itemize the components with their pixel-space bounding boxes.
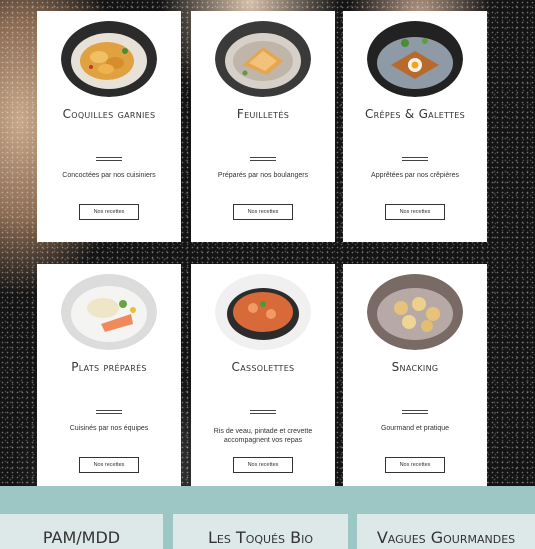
recipes-button[interactable]: Nos recettes	[79, 457, 139, 473]
card-title: Snacking	[391, 360, 439, 374]
card-title: Cassolettes	[231, 360, 295, 374]
recipes-button[interactable]: Nos recettes	[385, 204, 445, 220]
recipes-button[interactable]: Nos recettes	[385, 457, 445, 473]
card-description: Ris de veau, pintade et crevette accompa…	[213, 428, 313, 444]
card-description: Préparés par nos boulangers	[217, 172, 309, 179]
brand-les-toques-bio[interactable]: Les Toqués Bio	[173, 514, 348, 549]
divider	[250, 410, 276, 414]
divider	[402, 410, 428, 414]
recipes-button[interactable]: Nos recettes	[79, 204, 139, 220]
card-crepes-galettes: Crêpes & Galettes Apprêtées par nos crêp…	[343, 11, 487, 242]
card-title: Plats préparés	[71, 360, 147, 374]
card-cassolettes: Cassolettes Ris de veau, pintade et crev…	[191, 264, 335, 495]
divider	[250, 157, 276, 161]
brand-pam-mdd[interactable]: PAM/MDD	[0, 514, 163, 549]
card-description: Cuisinés par nos équipes	[69, 425, 149, 432]
dish-image	[367, 21, 463, 97]
dish-image	[61, 274, 157, 350]
dish-image	[215, 21, 311, 97]
card-description: Gourmand et pratique	[380, 425, 450, 432]
dish-image	[215, 274, 311, 350]
card-title: Coquilles garnies	[62, 107, 156, 121]
recipes-button[interactable]: Nos recettes	[233, 204, 293, 220]
dish-image	[367, 274, 463, 350]
brand-vagues-gourmandes[interactable]: Vagues Gourmandes	[357, 514, 535, 549]
recipes-button[interactable]: Nos recettes	[233, 457, 293, 473]
card-title: Feuilletés	[236, 107, 290, 121]
card-description: Concoctées par nos cuisiniers	[62, 172, 156, 179]
card-feuilletes: Feuilletés Préparés par nos boulangers N…	[191, 11, 335, 242]
card-coquilles-garnies: Coquilles garnies Concoctées par nos cui…	[37, 11, 181, 242]
card-plats-prepares: Plats préparés Cuisinés par nos équipes …	[37, 264, 181, 495]
dish-image	[61, 21, 157, 97]
divider	[402, 157, 428, 161]
card-snacking: Snacking Gourmand et pratique Nos recett…	[343, 264, 487, 495]
divider	[96, 157, 122, 161]
card-description: Apprêtées par nos crêpières	[371, 172, 459, 179]
card-title: Crêpes & Galettes	[364, 107, 466, 121]
divider	[96, 410, 122, 414]
